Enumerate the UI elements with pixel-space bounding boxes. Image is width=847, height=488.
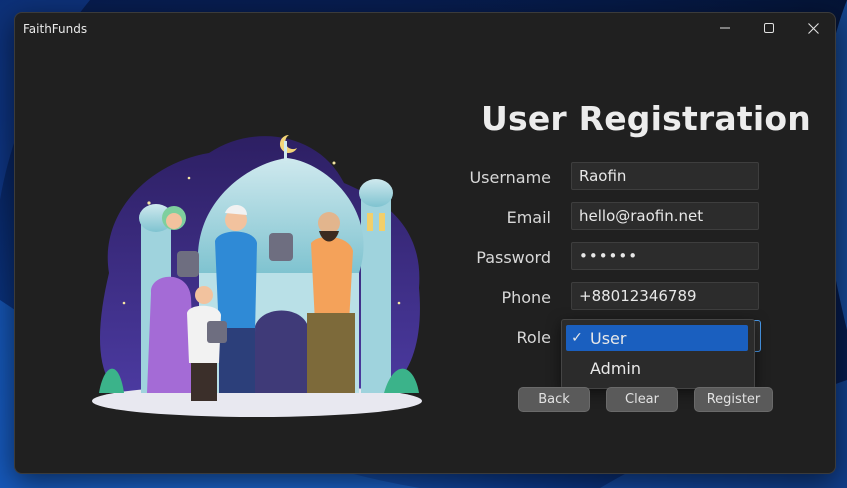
email-label: Email: [506, 208, 551, 227]
register-button[interactable]: Register: [694, 387, 773, 412]
phone-label: Phone: [501, 288, 551, 307]
role-label: Role: [516, 328, 551, 347]
close-button[interactable]: [791, 13, 835, 43]
username-field[interactable]: Raofin: [571, 162, 759, 190]
title-bar: FaithFunds: [15, 13, 835, 45]
role-dropdown-list: ✓ User Admin: [561, 319, 755, 389]
password-label: Password: [476, 248, 551, 267]
password-field[interactable]: ••••••: [571, 242, 759, 270]
window-title: FaithFunds: [23, 22, 88, 36]
page-title: User Registration: [481, 99, 811, 138]
close-icon: [807, 22, 819, 34]
mosque-charity-illustration: [92, 134, 422, 417]
phone-field[interactable]: +88012346789: [571, 282, 759, 310]
checkmark-icon: ✓: [571, 330, 583, 346]
maximize-button[interactable]: [747, 13, 791, 43]
minimize-icon: [720, 27, 730, 29]
role-option-user[interactable]: ✓ User: [566, 325, 748, 351]
role-option-label: User: [590, 328, 627, 348]
email-field[interactable]: hello@raofin.net: [571, 202, 759, 230]
maximize-icon: [764, 23, 774, 33]
app-window: FaithFunds User Registration Username Ra…: [14, 12, 836, 474]
clear-button[interactable]: Clear: [606, 387, 678, 412]
minimize-button[interactable]: [703, 13, 747, 43]
back-button[interactable]: Back: [518, 387, 590, 412]
role-option-label: Admin: [590, 358, 641, 378]
username-label: Username: [469, 168, 551, 187]
role-option-admin[interactable]: Admin: [566, 355, 748, 381]
